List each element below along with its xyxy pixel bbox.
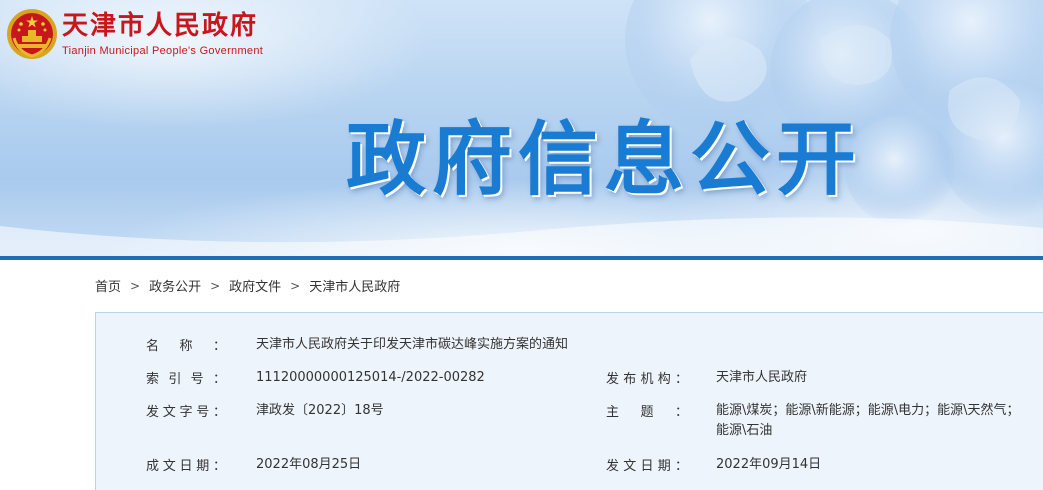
issuer-value: 天津市人民政府 xyxy=(716,370,808,385)
doc-number-label: 发文字号： xyxy=(146,405,226,420)
issuer-label: 发布机构： xyxy=(606,372,688,387)
name-label: 名称： xyxy=(146,339,226,354)
breadcrumb-separator: > xyxy=(130,278,141,293)
document-info-panel: 名称： 天津市人民政府关于印发天津市碳达峰实施方案的通知 索引号： 111200… xyxy=(95,312,1043,490)
created-date-label: 成文日期： xyxy=(146,459,226,474)
banner-title: 政府信息公开 xyxy=(346,113,862,206)
site-name-english: Tianjin Municipal People's Government xyxy=(62,45,264,57)
index-label: 索引号： xyxy=(146,372,226,387)
page: 天津市人民政府 Tianjin Municipal People's Gover… xyxy=(0,0,1043,490)
breadcrumb: 首页 > 政务公开 > 政府文件 > 天津市人民政府 xyxy=(95,276,400,296)
breadcrumb-home[interactable]: 首页 xyxy=(95,276,121,295)
banner-divider xyxy=(0,256,1043,260)
name-value: 天津市人民政府关于印发天津市碳达峰实施方案的通知 xyxy=(256,337,569,352)
topic-label: 主题： xyxy=(606,405,688,420)
site-name-chinese: 天津市人民政府 xyxy=(62,11,259,41)
breadcrumb-tianjin-government[interactable]: 天津市人民政府 xyxy=(309,276,400,295)
topic-value: 能源\煤炭；能源\新能源；能源\电力；能源\天然气；能源\石油 xyxy=(716,403,1020,438)
breadcrumb-separator: > xyxy=(290,278,301,293)
breadcrumb-government-affairs[interactable]: 政务公开 xyxy=(149,276,201,295)
published-date-label: 发文日期： xyxy=(606,459,688,474)
published-date-value: 2022年09月14日 xyxy=(716,457,822,472)
breadcrumb-government-documents[interactable]: 政府文件 xyxy=(229,276,281,295)
national-emblem-icon xyxy=(7,9,57,59)
breadcrumb-separator: > xyxy=(210,278,221,293)
site-name: 天津市人民政府 Tianjin Municipal People's Gover… xyxy=(62,10,263,58)
header-banner: 天津市人民政府 Tianjin Municipal People's Gover… xyxy=(0,0,1043,256)
site-logo[interactable]: 天津市人民政府 Tianjin Municipal People's Gover… xyxy=(6,8,263,60)
